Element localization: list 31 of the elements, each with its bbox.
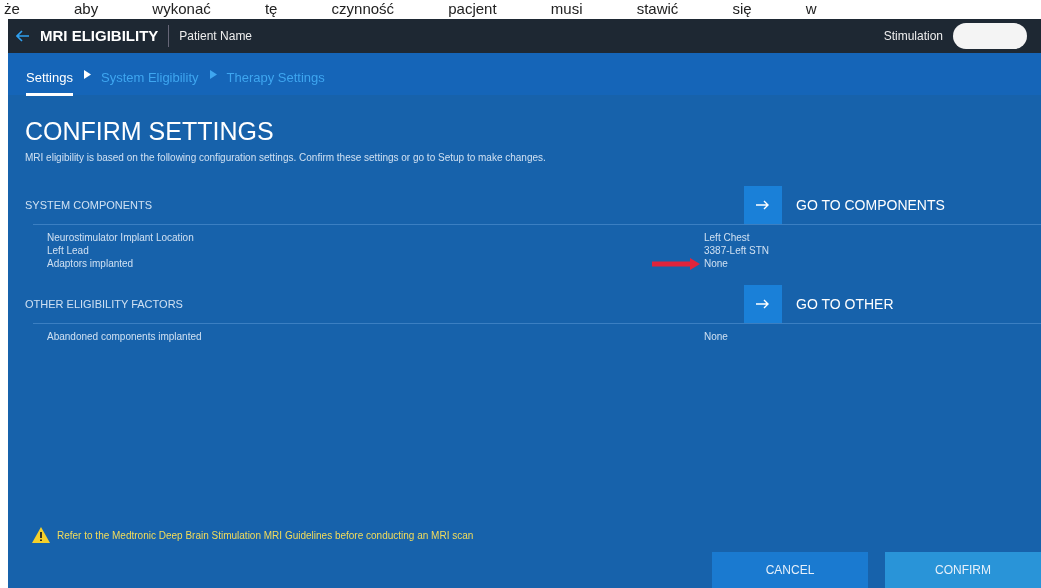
warning-text: Refer to the Medtronic Deep Brain Stimulation MRI Guidelines before conducting an MRI scan bbox=[57, 529, 474, 541]
go-to-button[interactable]: GO TO OTHER bbox=[744, 284, 1041, 323]
triangle-icon bbox=[208, 69, 217, 79]
page-title: CONFIRM SETTINGS bbox=[25, 117, 275, 146]
setting-label: Adaptors implanted bbox=[47, 257, 135, 270]
breadcrumb-step[interactable]: Therapy Settings bbox=[226, 60, 325, 96]
cancel-button[interactable]: CANCEL bbox=[712, 552, 868, 588]
setting-label: Left Lead bbox=[47, 244, 90, 257]
document-text: że aby wykonać tę czynność pacjent musi stawić się w bbox=[3, 0, 817, 17]
go-to-button[interactable]: GO TO COMPONENTS bbox=[744, 185, 1041, 224]
stimulation-label: Stimulation bbox=[883, 29, 943, 43]
page-description: MRI eligibility is based on the following configuration settings. Confirm these settings or go to Setup to make changes. bbox=[25, 152, 547, 163]
breadcrumb-step[interactable]: Settings bbox=[26, 60, 73, 96]
back-arrow-icon[interactable] bbox=[16, 30, 30, 42]
stimulation-toggle[interactable] bbox=[953, 23, 1027, 49]
setting-value: Left Chest bbox=[704, 231, 751, 244]
breadcrumb-step[interactable]: System Eligibility bbox=[101, 60, 199, 96]
app-title: MRI ELIGIBILITY bbox=[40, 25, 170, 47]
setting-label: Abandoned components implanted bbox=[47, 330, 203, 343]
triangle-icon bbox=[83, 69, 91, 79]
section-title: SYSTEM COMPONENTS bbox=[25, 198, 153, 211]
section-title: OTHER ELIGIBILITY FACTORS bbox=[25, 297, 183, 310]
setting-value: None bbox=[704, 257, 1041, 270]
setting-label: Neurostimulator Implant Location bbox=[47, 231, 195, 244]
confirm-button[interactable]: CONFIRM bbox=[885, 552, 1041, 588]
warning-icon bbox=[31, 526, 51, 544]
arrow-right-icon bbox=[756, 298, 770, 309]
patient-name: Patient Name bbox=[179, 29, 253, 43]
arrow-right-icon bbox=[756, 199, 770, 210]
setting-value: 3387-Left STN bbox=[704, 244, 771, 257]
setting-value: None bbox=[704, 330, 729, 343]
